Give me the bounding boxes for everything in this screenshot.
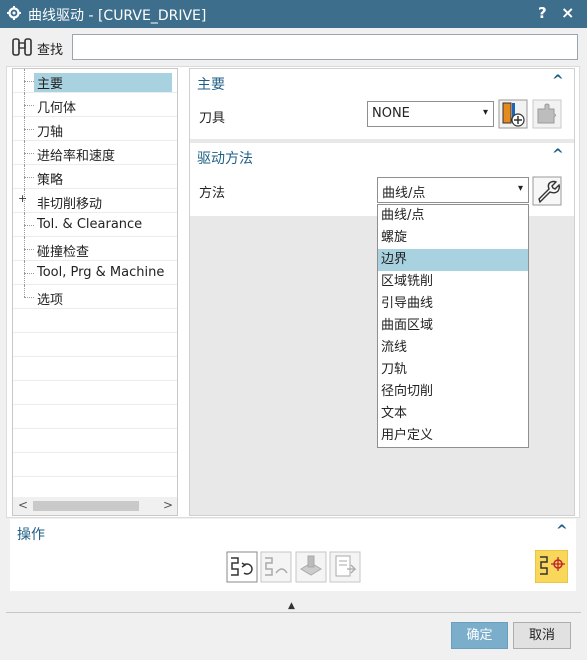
tool-select-value: NONE <box>372 106 410 121</box>
tree-item-tool-axis[interactable]: 刀轴 <box>13 117 177 141</box>
method-option[interactable]: 曲面区域 <box>378 315 528 337</box>
tree-item-label: Tol. & Clearance <box>37 217 143 232</box>
tree-empty-row <box>13 357 177 381</box>
tree-empty-row <box>13 453 177 477</box>
collapse-main-button[interactable]: ^ <box>552 73 564 89</box>
drive-method-title: 驱动方法 <box>197 151 253 167</box>
edit-tool-icon[interactable] <box>532 99 562 129</box>
tree-item-collision-check[interactable]: 碰撞检查 <box>13 237 177 261</box>
operations-title: 操作 <box>17 527 45 543</box>
window-title: 曲线驱动 - [CURVE_DRIVE] <box>28 8 207 24</box>
ok-button[interactable]: 确定 <box>451 622 508 649</box>
tree-empty-row <box>13 381 177 405</box>
collapse-drive-button[interactable]: ^ <box>552 147 564 163</box>
gear-icon <box>7 6 21 20</box>
tree-item-non-cutting-moves[interactable]: + 非切削移动 <box>13 189 177 213</box>
tree-item-label: 进给率和速度 <box>37 149 116 164</box>
find-bar: 查找 <box>0 28 587 66</box>
tree-item-label: 主要 <box>34 73 172 92</box>
tree-item-label: 选项 <box>37 293 64 308</box>
tree-line <box>24 249 34 250</box>
chevron-down-icon: ▾ <box>482 107 488 118</box>
tree-line <box>24 129 34 130</box>
find-input[interactable] <box>72 34 578 60</box>
tree-item-geometry[interactable]: 几何体 <box>13 93 177 117</box>
tree-line <box>24 225 34 226</box>
footer-divider <box>6 612 581 613</box>
tree-empty-row <box>13 333 177 357</box>
cancel-button[interactable]: 取消 <box>513 622 571 649</box>
tree-item-label: Tool, Prg & Machine <box>37 265 165 280</box>
tree-line <box>24 273 34 274</box>
tree-item-main[interactable]: 主要 <box>13 69 177 93</box>
tree-item-label: 非切削移动 <box>37 197 103 212</box>
close-button[interactable]: × <box>561 3 574 22</box>
method-option[interactable]: 用户定义 <box>378 425 528 447</box>
help-button[interactable]: ? <box>538 4 547 22</box>
tool-label: 刀具 <box>199 111 226 126</box>
tree-empty-row <box>13 405 177 429</box>
method-option[interactable]: 文本 <box>378 403 528 425</box>
tree-line <box>24 177 34 178</box>
tool-select[interactable]: NONE ▾ <box>367 101 494 127</box>
expand-dialog-icon[interactable]: ▲ <box>288 601 295 611</box>
tree-item-label: 策略 <box>37 173 64 188</box>
title-bar: 曲线驱动 - [CURVE_DRIVE] ? × <box>0 0 587 28</box>
method-select[interactable]: 曲线/点 ▾ <box>377 177 529 203</box>
scroll-left-icon[interactable]: < <box>18 498 28 512</box>
tree-item-tool-prg-machine[interactable]: Tool, Prg & Machine <box>13 261 177 285</box>
method-option[interactable]: 螺旋 <box>378 227 528 249</box>
tree-line <box>24 105 34 106</box>
tree-line <box>24 153 34 154</box>
new-tool-icon[interactable] <box>498 99 528 129</box>
collapse-operations-button[interactable]: ^ <box>556 523 568 539</box>
display-toolpath-icon[interactable] <box>535 550 568 583</box>
expand-icon[interactable]: + <box>18 193 28 204</box>
scroll-right-icon[interactable]: > <box>163 498 173 512</box>
scrollbar-thumb[interactable] <box>33 501 139 511</box>
method-option[interactable]: 区域铣削 <box>378 271 528 293</box>
tree-item-feeds-speeds[interactable]: 进给率和速度 <box>13 141 177 165</box>
replay-toolpath-icon[interactable] <box>260 551 292 583</box>
method-dropdown-list: 曲线/点 螺旋 边界 区域铣削 引导曲线 曲面区域 流线 刀轨 径向切削 文本 … <box>377 204 529 448</box>
tree-item-strategy[interactable]: 策略 <box>13 165 177 189</box>
generate-toolpath-icon[interactable] <box>226 551 258 583</box>
tree-item-tol-clearance[interactable]: Tol. & Clearance <box>13 213 177 237</box>
method-option[interactable]: 曲线/点 <box>378 205 528 227</box>
find-label: 查找 <box>37 43 64 58</box>
method-option[interactable]: 刀轨 <box>378 359 528 381</box>
tree-item-label: 刀轴 <box>37 125 64 140</box>
tree-item-label: 碰撞检查 <box>37 245 90 260</box>
method-option[interactable]: 引导曲线 <box>378 293 528 315</box>
navigation-tree: 主要 几何体 刀轴 进给率和速度 策略 + 非切削移动 Tol. & Clear… <box>12 68 178 516</box>
tree-line <box>24 285 25 297</box>
method-option[interactable]: 流线 <box>378 337 528 359</box>
tree-item-label: 几何体 <box>37 101 77 116</box>
list-toolpath-icon[interactable] <box>329 551 361 583</box>
tree-empty-row <box>13 309 177 333</box>
verify-toolpath-icon[interactable] <box>295 551 327 583</box>
tree-item-options[interactable]: 选项 <box>13 285 177 309</box>
binoculars-icon <box>12 38 32 56</box>
tree-empty-row <box>13 429 177 453</box>
method-select-value: 曲线/点 <box>382 186 426 201</box>
horizontal-scrollbar[interactable]: < > <box>13 497 177 515</box>
method-option[interactable]: 径向切削 <box>378 381 528 403</box>
wrench-icon[interactable] <box>532 176 562 206</box>
method-label: 方法 <box>199 186 226 201</box>
operations-group: 操作 ^ <box>10 519 576 591</box>
main-group-title: 主要 <box>197 77 225 93</box>
method-option-highlighted[interactable]: 边界 <box>378 249 528 271</box>
tree-line <box>24 297 34 298</box>
chevron-down-icon: ▾ <box>517 183 523 194</box>
tree-line <box>24 81 34 82</box>
